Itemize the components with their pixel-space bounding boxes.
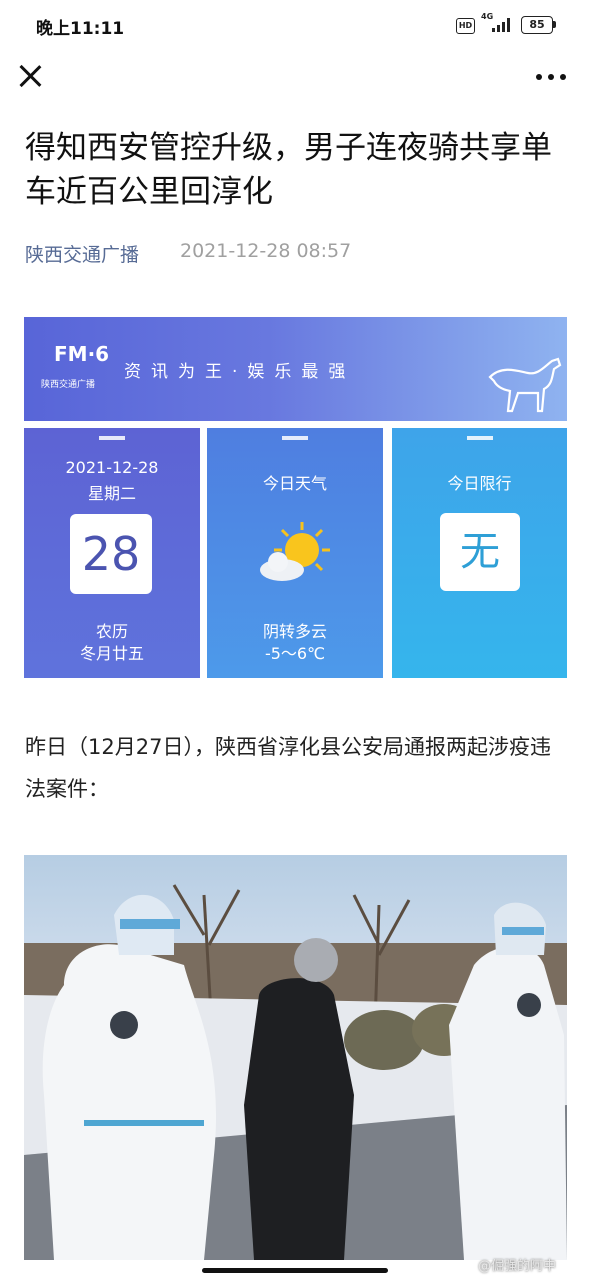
card-weekday: 星期二: [87, 484, 136, 503]
lunar-label: 农历: [95, 622, 128, 641]
card-date: 2021-12-28: [65, 458, 159, 477]
day-number: 28: [70, 514, 152, 594]
sun-cloud-icon: [260, 522, 330, 581]
photo-scene: [24, 884, 567, 1260]
date-card: 2021-12-28 星期二 28 农历 冬月廿五: [24, 428, 200, 678]
publish-date: 2021-12-28 08:57: [180, 240, 352, 262]
limit-value: 无: [440, 513, 520, 591]
logo-name: 陕西交通广播: [41, 380, 96, 390]
weather-temperature: -5～6℃: [264, 644, 326, 663]
close-icon[interactable]: [18, 64, 42, 88]
weather-label: 今日天气: [262, 474, 327, 493]
weather-condition: 阴转多云: [262, 622, 327, 641]
banner-slogan: 资讯为王·娱乐最强: [124, 362, 356, 382]
traffic-limit-card: 今日限行 无: [392, 428, 567, 678]
signal-icon: [492, 17, 514, 32]
battery-icon: 85: [521, 16, 553, 34]
more-icon[interactable]: [536, 74, 566, 80]
weather-card: 今日天气 阴转多云 -5～6℃: [207, 428, 383, 678]
watermark: @倔强的阿中: [478, 1259, 557, 1274]
limit-label: 今日限行: [447, 474, 512, 493]
card-tick: [99, 436, 125, 440]
article-photo[interactable]: [24, 855, 567, 1260]
horse-icon: [488, 357, 562, 413]
battery-tip: [553, 21, 556, 28]
hd-icon: HD: [456, 18, 475, 34]
status-time: 晚上11:11: [36, 19, 125, 39]
lunar-date: 冬月廿五: [79, 644, 144, 663]
author-link[interactable]: 陕西交通广播: [25, 240, 139, 267]
article-title: 得知西安管控升级，男子连夜骑共享单车近百公里回淳化: [25, 130, 552, 210]
card-tick: [282, 436, 308, 440]
article-paragraph: 昨日（12月27日），陕西省淳化县公安局通报两起涉疫违法案件：: [25, 735, 551, 801]
banner-image: FM·6 陕西交通广播 资讯为王·娱乐最强: [24, 317, 567, 421]
logo-mark: FM·6: [54, 342, 110, 366]
card-tick: [466, 436, 493, 440]
home-indicator[interactable]: [202, 1268, 388, 1273]
